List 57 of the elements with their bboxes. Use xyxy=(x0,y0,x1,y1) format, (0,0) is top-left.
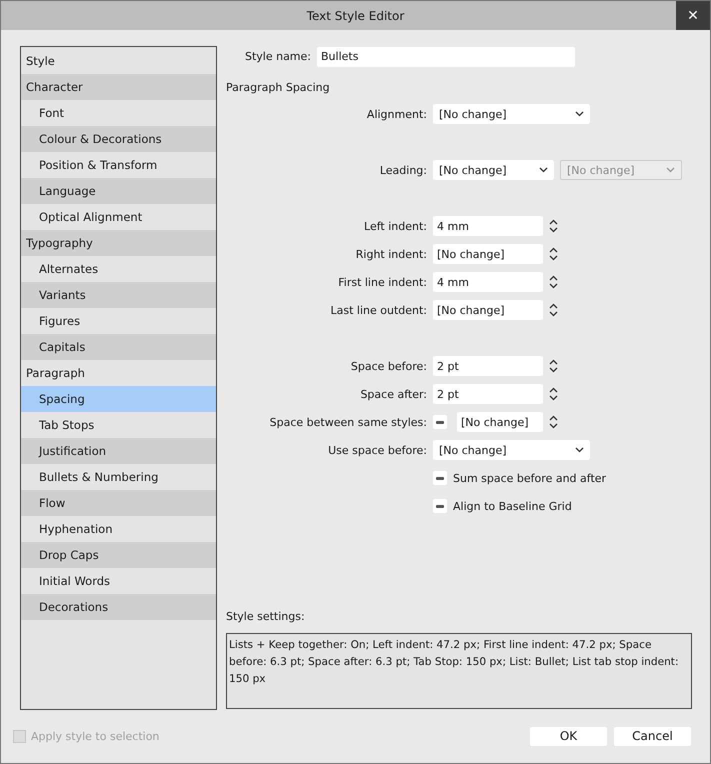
checkbox-label: Sum space before and after xyxy=(453,472,606,484)
checkbox[interactable] xyxy=(433,415,447,429)
field-label: First line indent: xyxy=(337,276,427,288)
dropdown[interactable]: [No change] xyxy=(433,160,554,180)
number-field[interactable]: [No change] xyxy=(433,300,543,320)
spinner-arrows-icon[interactable] xyxy=(549,247,558,261)
caret-icon xyxy=(575,447,584,453)
checkbox[interactable] xyxy=(433,499,447,513)
field-label: Space between same styles: xyxy=(268,416,427,428)
number-field[interactable]: 4 mm xyxy=(433,272,543,292)
field-label: Last line outdent: xyxy=(329,304,427,316)
checkbox[interactable] xyxy=(433,471,447,485)
spinner-arrows-icon[interactable] xyxy=(549,359,558,373)
field-label: Style name: xyxy=(244,50,311,63)
ok-button[interactable]: OK xyxy=(530,726,607,746)
field-label: Space before: xyxy=(350,360,427,372)
number-field[interactable]: [No change] xyxy=(457,412,543,432)
sidebar-item[interactable]: Drop Caps xyxy=(21,542,216,568)
caret-icon xyxy=(575,111,584,117)
caret-icon xyxy=(539,167,548,173)
field-label: Leading: xyxy=(378,164,427,176)
spinner-arrows-icon[interactable] xyxy=(549,387,558,401)
field-label: Alignment: xyxy=(366,108,427,120)
cancel-button[interactable]: Cancel xyxy=(614,726,691,746)
dropdown[interactable]: [No change] xyxy=(433,104,590,124)
style-settings-text: Lists + Keep together: On; Left indent: 47.2 px; First line indent: 47.2 px; Space before: 6.3 pt; Space after: 6.3 pt; Tab Stop: 150 px; List: Bullet; List tab stop indent: 150 px xyxy=(226,633,692,709)
sidebar-item[interactable]: Language xyxy=(21,178,216,204)
spinner-arrows-icon[interactable] xyxy=(549,219,558,233)
spinner-arrows-icon[interactable] xyxy=(549,303,558,317)
section-title: Paragraph Spacing xyxy=(226,81,331,94)
field-label: Space after: xyxy=(359,388,427,400)
number-field[interactable]: 2 pt xyxy=(433,384,543,404)
checkbox-label: Align to Baseline Grid xyxy=(453,500,572,512)
field-label: Right indent: xyxy=(354,248,427,260)
spinner-arrows-icon[interactable] xyxy=(549,275,558,289)
sidebar-item[interactable]: Typography xyxy=(21,230,216,256)
sidebar-item[interactable]: Decorations xyxy=(21,594,216,620)
number-field[interactable]: 4 mm xyxy=(433,216,543,236)
number-field[interactable]: 2 pt xyxy=(433,356,543,376)
style-name-field[interactable]: Bullets xyxy=(317,46,575,66)
caret-icon xyxy=(666,167,675,173)
spinner-arrows-icon[interactable] xyxy=(549,415,558,429)
close-button[interactable]: ✕ xyxy=(676,1,710,30)
window-title: Text Style Editor xyxy=(306,8,406,22)
sidebar-item[interactable]: Character xyxy=(21,74,216,100)
sidebar-item[interactable]: Flow xyxy=(21,490,216,516)
sidebar-item[interactable]: Spacing xyxy=(21,386,216,412)
dropdown[interactable]: [No change] xyxy=(433,440,590,460)
field-label: Left indent: xyxy=(363,220,427,232)
number-field[interactable]: [No change] xyxy=(433,244,543,264)
checkbox-label: Apply style to selection xyxy=(31,730,160,742)
field-label: Use space before: xyxy=(327,444,427,456)
sidebar-item[interactable]: Colour & Decorations xyxy=(21,126,216,152)
style-settings-label: Style settings: xyxy=(226,610,306,623)
sidebar-item[interactable]: Variants xyxy=(21,282,216,308)
sidebar-item[interactable]: Justification xyxy=(21,438,216,464)
sidebar-item[interactable]: Capitals xyxy=(21,334,216,360)
